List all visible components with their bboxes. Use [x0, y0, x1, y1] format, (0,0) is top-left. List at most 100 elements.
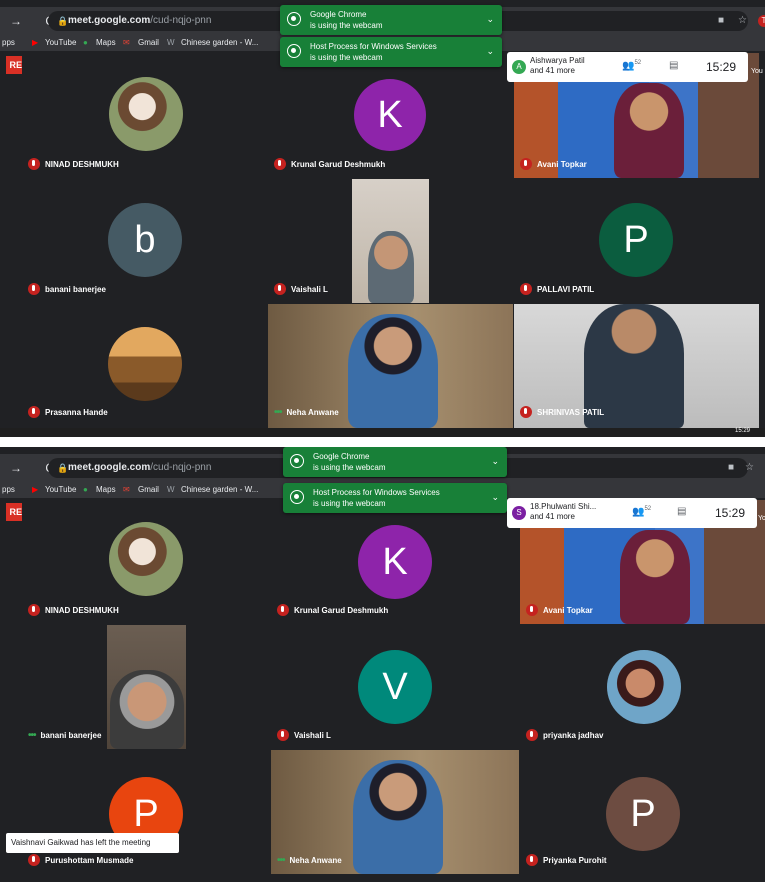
chevron-down-icon[interactable]: ⌄	[491, 456, 499, 467]
meeting-info-bar: S 18.Phulwanti Shi... and 41 more 👥52 ▤ 1…	[507, 498, 757, 528]
notification-title: Host Process for Windows Services	[310, 42, 437, 51]
participant-name: SHRINIVAS PATIL	[520, 405, 604, 420]
url-text[interactable]: meet.google.com/cud-nqjo-pnn	[68, 462, 211, 473]
bookmark-apps[interactable]: pps	[2, 485, 15, 494]
chrome-webcam-notification[interactable]: Google Chrome is using the webcam ⌄	[283, 447, 507, 477]
avatar-initial: K	[354, 79, 426, 151]
host-process-webcam-notification[interactable]: Host Process for Windows Services is usi…	[283, 483, 507, 513]
mic-off-icon	[28, 282, 40, 295]
participant-name: ••• Neha Anwane	[274, 407, 339, 418]
people-icon[interactable]: 👥52	[632, 506, 651, 517]
bookmark-youtube[interactable]: YouTube	[45, 38, 76, 47]
camera-indicator-icon[interactable]: ■	[718, 15, 724, 26]
participant-name: ••• banani banerjee	[28, 730, 102, 741]
bookmark-gmail[interactable]: Gmail	[138, 485, 159, 494]
participant-tile[interactable]: Prasanna Hande	[22, 304, 267, 428]
participant-photo	[109, 77, 183, 151]
mic-off-icon	[277, 728, 289, 741]
mic-off-icon	[526, 603, 538, 616]
participant-figure	[348, 314, 438, 428]
participant-tile[interactable]: K Krunal Garud Deshmukh	[268, 53, 513, 178]
participant-tile[interactable]: SHRINIVAS PATIL	[514, 304, 759, 428]
participant-name: PALLAVI PATIL	[520, 282, 594, 297]
chrome-webcam-notification[interactable]: Google Chrome is using the webcam ⌄	[280, 5, 502, 35]
participant-name: Prasanna Hande	[28, 405, 108, 420]
participant-tile[interactable]: ••• banani banerjee	[22, 625, 270, 749]
chevron-down-icon[interactable]: ⌄	[486, 46, 494, 57]
mic-off-icon	[520, 282, 532, 295]
youtube-icon: ▶	[32, 485, 39, 494]
chat-icon[interactable]: ▤	[669, 60, 678, 71]
participant-tile[interactable]: NINAD DESHMUKH	[22, 53, 267, 178]
gmail-icon: ✉	[123, 485, 130, 494]
participant-tile[interactable]: b banani banerjee	[22, 179, 267, 303]
mic-off-icon	[274, 157, 286, 170]
participant-name: Priyanka Purohit	[526, 853, 607, 868]
participant-tile[interactable]: ••• Neha Anwane	[268, 304, 513, 428]
notification-title: Google Chrome	[313, 452, 370, 461]
participant-figure	[353, 760, 443, 874]
bookmark-maps[interactable]: Maps	[96, 38, 116, 47]
host-process-webcam-notification[interactable]: Host Process for Windows Services is usi…	[280, 37, 502, 67]
participant-tile[interactable]: P Priyanka Purohit	[520, 750, 765, 874]
clock: 15:29	[715, 506, 746, 520]
lock-icon: 🔒	[57, 16, 69, 26]
participant-name: NINAD DESHMUKH	[28, 603, 119, 618]
participant-tile[interactable]: Vaishali L	[268, 179, 513, 303]
meeting-info-bar: A Aishwarya Patil and 41 more 👥52 ▤ 15:29	[507, 52, 748, 82]
participant-name: Krunal Garud Deshmukh	[274, 157, 385, 172]
notification-title: Google Chrome	[310, 10, 367, 19]
profile-avatar[interactable]: T	[758, 15, 765, 27]
participant-name: Avani Topkar	[526, 603, 593, 618]
meet-screenshot-1: → C 🔒 meet.google.com/cud-nqjo-pnn ■ ☆ T…	[0, 0, 765, 437]
presenter-names: 18.Phulwanti Shi... and 41 more	[530, 502, 597, 521]
mic-off-icon	[520, 405, 532, 418]
webcam-icon	[290, 454, 304, 468]
participant-name: priyanka jadhav	[526, 728, 603, 743]
chevron-down-icon[interactable]: ⌄	[486, 14, 494, 25]
notification-title: Host Process for Windows Services	[313, 488, 440, 497]
left-meeting-toast: Vaishnavi Gaikwad has left the meeting	[6, 833, 179, 853]
participant-photo	[607, 650, 681, 724]
gmail-icon: ✉	[123, 38, 130, 47]
participant-tile[interactable]: K Krunal Garud Deshmukh	[271, 500, 519, 624]
chat-icon[interactable]: ▤	[677, 506, 686, 517]
avatar-initial: V	[358, 650, 432, 724]
bookmark-apps[interactable]: pps	[2, 38, 15, 47]
mic-off-icon	[526, 728, 538, 741]
you-label: You	[758, 515, 765, 522]
notification-text: is using the webcam	[313, 463, 386, 472]
participant-name: Purushottam Musmade	[28, 853, 133, 868]
participant-tile[interactable]: NINAD DESHMUKH	[22, 500, 270, 624]
windows-taskbar: 15:29	[0, 428, 765, 437]
participant-tile[interactable]: ••• Neha Anwane	[271, 750, 519, 874]
participant-name: ••• Neha Anwane	[277, 855, 342, 866]
url-text[interactable]: meet.google.com/cud-nqjo-pnn	[68, 15, 211, 26]
maps-icon: ●	[83, 38, 88, 47]
bookmark-chinese-garden[interactable]: Chinese garden - W...	[181, 38, 258, 47]
people-icon[interactable]: 👥52	[622, 60, 641, 71]
bookmark-gmail[interactable]: Gmail	[138, 38, 159, 47]
avatar-initial: K	[358, 525, 432, 599]
participant-tile[interactable]: P PALLAVI PATIL	[514, 179, 759, 303]
participant-tile[interactable]: V Vaishali L	[271, 625, 519, 749]
star-icon[interactable]: ☆	[738, 15, 747, 26]
participant-name: Krunal Garud Deshmukh	[277, 603, 388, 618]
participant-tile[interactable]: priyanka jadhav	[520, 625, 765, 749]
camera-indicator-icon[interactable]: ■	[728, 462, 734, 473]
chevron-down-icon[interactable]: ⌄	[491, 492, 499, 503]
participant-photo	[109, 522, 183, 596]
mic-off-icon	[28, 157, 40, 170]
star-icon[interactable]: ☆	[745, 462, 754, 473]
speaking-indicator-icon: •••	[28, 730, 36, 741]
bookmark-youtube[interactable]: YouTube	[45, 485, 76, 494]
participant-tile[interactable]: P Purushottam Musmade	[22, 750, 270, 874]
webcam-icon	[287, 44, 301, 58]
wikipedia-icon: W	[167, 38, 175, 47]
bookmark-chinese-garden[interactable]: Chinese garden - W...	[181, 485, 258, 494]
bookmark-maps[interactable]: Maps	[96, 485, 116, 494]
mic-off-icon	[28, 853, 40, 866]
speaking-indicator-icon: •••	[274, 407, 282, 418]
mic-off-icon	[28, 405, 40, 418]
presenter-avatar: A	[512, 60, 526, 74]
